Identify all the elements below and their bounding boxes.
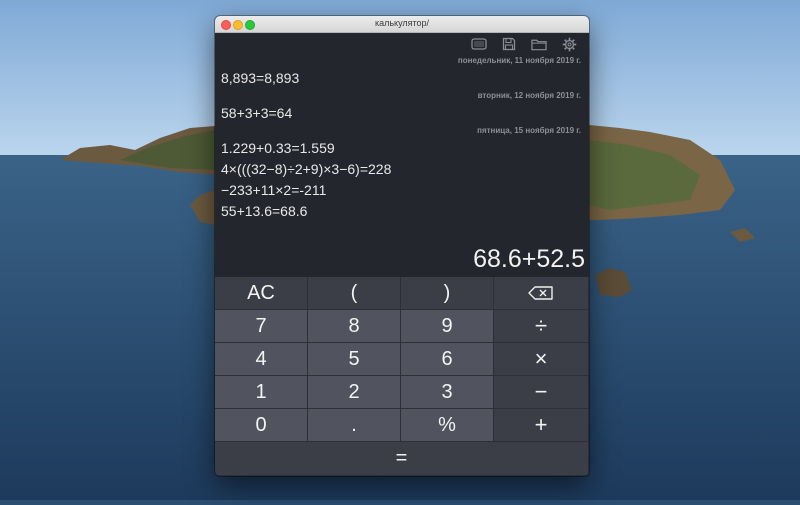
history-date: вторник, 12 ноября 2019 г. (477, 91, 581, 100)
window-title: калькулятор/ (374, 18, 430, 28)
calculator-window: калькулятор/ понедельник, 11 ноября 2019… (215, 16, 589, 476)
keypad: AC ( ) 7 8 9 ÷ 4 5 6 × 1 2 3 − 0 . % + = (215, 277, 589, 476)
history-entry[interactable]: 58+3+3=64 (215, 103, 589, 124)
digit-7-button[interactable]: 7 (215, 310, 308, 343)
toolbar (471, 36, 577, 52)
digit-1-button[interactable]: 1 (215, 376, 308, 409)
digit-3-button[interactable]: 3 (401, 376, 494, 409)
history-entry[interactable]: −233+11×2=-211 (215, 180, 589, 201)
folder-icon[interactable] (531, 36, 547, 52)
close-paren-button[interactable]: ) (401, 277, 494, 310)
percent-button[interactable]: % (401, 409, 494, 442)
digit-8-button[interactable]: 8 (308, 310, 401, 343)
backspace-icon (528, 286, 553, 300)
history-entry[interactable]: 55+13.6=68.6 (215, 201, 589, 222)
equals-button[interactable]: = (215, 442, 589, 476)
subtract-button[interactable]: − (494, 376, 589, 409)
save-icon[interactable] (501, 36, 517, 52)
digit-2-button[interactable]: 2 (308, 376, 401, 409)
history-date: понедельник, 11 ноября 2019 г. (457, 56, 581, 65)
history-entry[interactable]: 1.229+0.33=1.559 (215, 138, 589, 159)
digit-9-button[interactable]: 9 (401, 310, 494, 343)
history-entry[interactable]: 4×(((32−8)÷2+9)×3−6)=228 (215, 159, 589, 180)
digit-4-button[interactable]: 4 (215, 343, 308, 376)
current-expression: 68.6+52.5 (473, 245, 585, 273)
title-bar[interactable]: калькулятор/ (215, 16, 589, 33)
add-button[interactable]: + (494, 409, 589, 442)
multiply-button[interactable]: × (494, 343, 589, 376)
history-list: понедельник, 11 ноября 2019 г. 8,893=8,8… (215, 54, 589, 222)
backspace-button[interactable] (494, 277, 589, 310)
decimal-point-button[interactable]: . (308, 409, 401, 442)
digit-0-button[interactable]: 0 (215, 409, 308, 442)
digit-5-button[interactable]: 5 (308, 343, 401, 376)
all-clear-button[interactable]: AC (215, 277, 308, 310)
open-paren-button[interactable]: ( (308, 277, 401, 310)
window-icon[interactable] (471, 36, 487, 52)
divide-button[interactable]: ÷ (494, 310, 589, 343)
history-entry[interactable]: 8,893=8,893 (215, 68, 589, 89)
history-date: пятница, 15 ноября 2019 г. (477, 126, 581, 135)
gear-icon[interactable] (561, 36, 577, 52)
digit-6-button[interactable]: 6 (401, 343, 494, 376)
